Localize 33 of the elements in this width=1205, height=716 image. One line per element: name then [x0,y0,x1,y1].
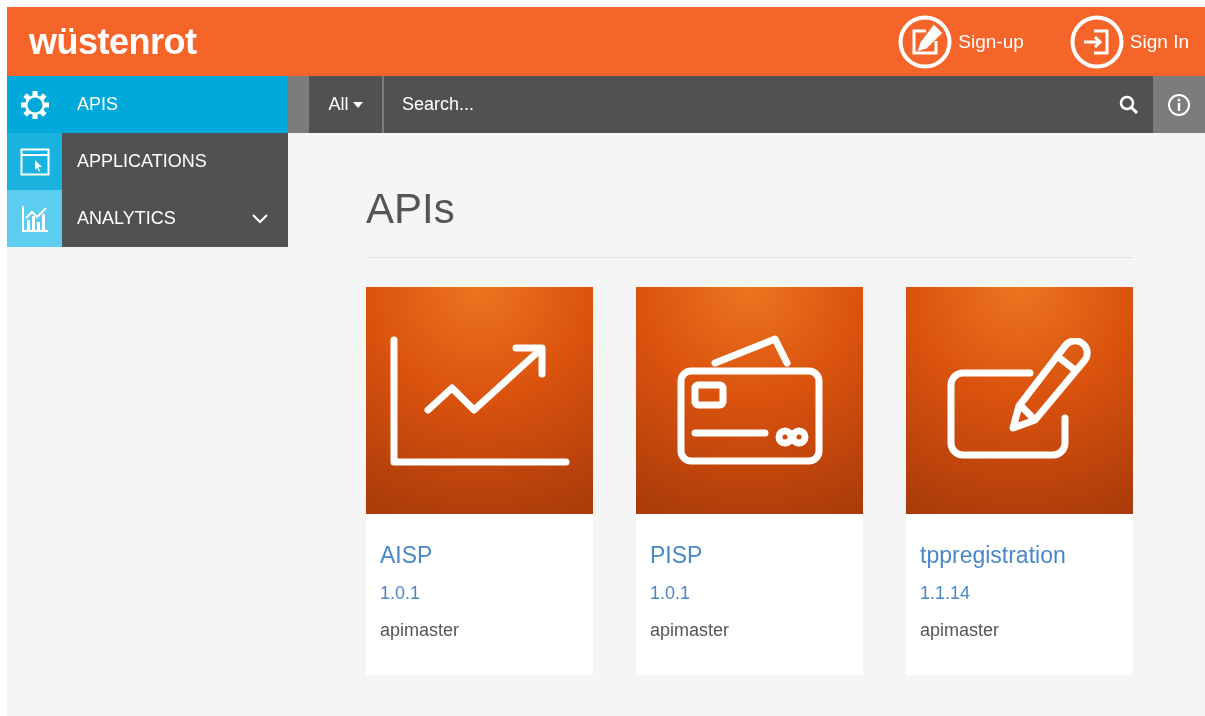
sidebar-item[interactable]: APPLICATIONS [7,133,288,190]
api-author: apimaster [380,620,461,641]
api-card[interactable]: AISP 1.0.1 apimaster [366,287,593,675]
toolbar-edge [288,76,309,133]
trend-chart-icon [389,335,570,466]
api-card[interactable]: tppregistration 1.1.14 apimaster [906,287,1133,675]
api-version: 1.0.1 [650,583,692,604]
api-author: apimaster [920,620,1001,641]
search-icon[interactable] [1119,94,1139,115]
sidebar-item[interactable]: ANALYTICS [7,190,288,247]
info-icon [1167,92,1191,117]
sidebar-item[interactable]: APIS [7,76,288,133]
gear-icon [19,89,50,120]
api-name[interactable]: PISP [650,542,703,569]
page-title: APIs [366,185,1133,258]
sign-in-icon [1069,14,1124,69]
api-version: 1.1.14 [920,583,972,604]
window-icon [19,147,50,176]
api-name[interactable]: AISP [380,542,433,569]
api-version: 1.0.1 [380,583,422,604]
sign-in-link[interactable]: Sign In [1069,14,1189,69]
info-button[interactable] [1153,76,1205,133]
chart-icon [19,203,50,234]
search-field[interactable]: Search... [384,76,1153,133]
api-card[interactable]: PISP 1.0.1 apimaster [636,287,863,675]
api-author: apimaster [650,620,731,641]
logo[interactable]: wüstenrot [29,20,853,63]
edit-icon [898,14,953,69]
sign-up-link[interactable]: Sign-up [898,14,1024,69]
filter-dropdown[interactable]: All [309,76,384,133]
caret-icon [352,101,363,108]
search-input[interactable]: Search... [400,93,1119,116]
api-name[interactable]: tppregistration [920,542,1066,569]
